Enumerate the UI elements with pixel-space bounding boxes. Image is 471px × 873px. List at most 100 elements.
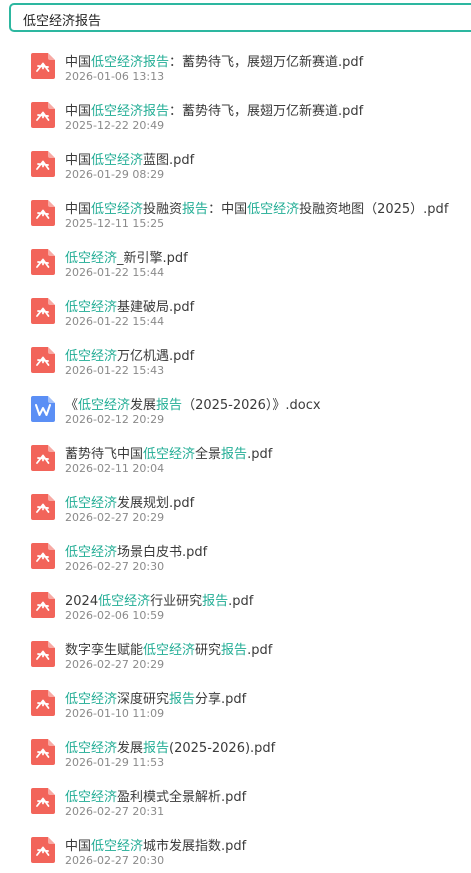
file-name-text: .pdf [247,643,273,658]
file-name-text: _新引擎.pdf [117,251,188,266]
list-item[interactable]: 低空经济基建破局.pdf 2026-01-22 15:44 [0,285,471,334]
highlight-match: 低空经济 [65,251,118,266]
highlight-match: 低空经济 [143,447,196,462]
file-name: 2024低空经济行业研究报告.pdf [65,590,253,609]
list-item[interactable]: 中国低空经济城市发展指数.pdf 2026-02-27 20:30 [0,824,471,873]
file-name: 低空经济发展规划.pdf [65,492,194,511]
file-name-text: 发展规划.pdf [117,496,195,511]
pdf-file-icon [31,347,55,373]
list-item[interactable]: 低空经济万亿机遇.pdf 2026-01-22 15:43 [0,334,471,383]
file-date: 2026-02-27 20:31 [65,805,165,818]
file-name-text: 城市发展指数.pdf [143,839,247,854]
file-name-text: （2025-2026）》.docx [182,398,321,413]
pdf-file-icon [31,249,55,275]
highlight-match: 低空经济 [247,202,300,217]
file-date: 2026-01-22 15:44 [65,315,165,328]
file-name-text: ：中国 [208,202,248,217]
pdf-file-icon [31,445,55,471]
list-item[interactable]: 低空经济发展规划.pdf 2026-02-27 20:29 [0,481,471,530]
file-name-text: 蓄势待飞中国 [65,447,144,462]
file-date: 2026-01-10 11:09 [65,707,165,720]
file-name-text: 分享.pdf [195,692,247,707]
highlight-match: 低空经济 [98,594,151,609]
file-name-text: 行业研究 [150,594,203,609]
highlight-match: 低空经济报告 [91,104,170,119]
highlight-match: 低空经济 [65,545,118,560]
file-name-text: 万亿机遇.pdf [117,349,195,364]
list-item[interactable]: 中国低空经济投融资报告：中国低空经济投融资地图（2025）.pdf 2025-12… [0,187,471,236]
list-item[interactable]: 中国低空经济报告：蓄势待飞，展翅万亿新赛道.pdf 2025-12-22 20:4… [0,89,471,138]
file-date: 2026-02-27 20:29 [65,511,165,524]
highlight-match: 报告 [143,741,170,756]
file-name: 中国低空经济投融资报告：中国低空经济投融资地图（2025）.pdf [65,198,448,217]
pdf-file-icon [31,102,55,128]
list-item[interactable]: 《低空经济发展报告（2025-2026）》.docx 2026-02-12 20:… [0,383,471,432]
file-name: 中国低空经济城市发展指数.pdf [65,835,246,854]
highlight-match: 报告 [169,692,196,707]
file-name: 中国低空经济报告：蓄势待飞，展翅万亿新赛道.pdf [65,51,363,70]
list-item[interactable]: 数字孪生赋能低空经济研究报告.pdf 2026-02-27 20:29 [0,628,471,677]
pdf-file-icon [31,788,55,814]
highlight-match: 低空经济 [65,300,118,315]
file-date: 2026-02-27 20:30 [65,560,165,573]
file-name-text: 蓝图.pdf [143,153,195,168]
highlight-match: 报告 [182,202,209,217]
search-query: 低空经济报告 [23,14,102,29]
pdf-file-icon [31,641,55,667]
list-item[interactable]: 2024低空经济行业研究报告.pdf 2026-02-06 10:59 [0,579,471,628]
highlight-match: 低空经济报告 [91,55,170,70]
file-date: 2026-01-22 15:44 [65,266,165,279]
file-name-text: 中国 [65,104,92,119]
highlight-match: 低空经济 [78,398,131,413]
list-item[interactable]: 低空经济场景白皮书.pdf 2026-02-27 20:30 [0,530,471,579]
file-name-text: 投融资地图（2025）.pdf [299,202,449,217]
file-name-text: 全景 [195,447,222,462]
list-item[interactable]: 中国低空经济报告：蓄势待飞，展翅万亿新赛道.pdf 2026-01-06 13:1… [0,40,471,89]
pdf-file-icon [31,494,55,520]
list-item[interactable]: 低空经济盈利模式全景解析.pdf 2026-02-27 20:31 [0,775,471,824]
search-bar: 低空经济报告 [0,0,471,40]
highlight-match: 低空经济 [65,741,118,756]
file-name-text: 2024 [65,594,99,609]
file-name-text: 场景白皮书.pdf [117,545,208,560]
pdf-file-icon [31,739,55,765]
file-date: 2026-01-29 11:53 [65,756,165,769]
list-item[interactable]: 低空经济_新引擎.pdf 2026-01-22 15:44 [0,236,471,285]
file-name-text: ：蓄势待飞，展翅万亿新赛道.pdf [169,55,364,70]
file-name: 低空经济万亿机遇.pdf [65,345,194,364]
file-name: 低空经济场景白皮书.pdf [65,541,207,560]
pdf-file-icon [31,151,55,177]
file-name-text: 基建破局.pdf [117,300,195,315]
search-input[interactable]: 低空经济报告 [9,3,471,32]
highlight-match: 低空经济 [65,692,118,707]
list-item[interactable]: 蓄势待飞中国低空经济全景报告.pdf 2026-02-11 20:04 [0,432,471,481]
pdf-file-icon [31,837,55,863]
results-list: 中国低空经济报告：蓄势待飞，展翅万亿新赛道.pdf 2026-01-06 13:1… [0,40,471,873]
file-name-text: 研究 [195,643,222,658]
file-date: 2025-12-22 20:49 [65,119,165,132]
highlight-match: 低空经济 [91,839,144,854]
file-name-text: 中国 [65,839,92,854]
list-item[interactable]: 中国低空经济蓝图.pdf 2026-01-29 08:29 [0,138,471,187]
file-name: 低空经济发展报告(2025-2026).pdf [65,737,275,756]
list-item[interactable]: 低空经济深度研究报告分享.pdf 2026-01-10 11:09 [0,677,471,726]
pdf-file-icon [31,298,55,324]
highlight-match: 低空经济 [65,790,118,805]
file-name-text: 盈利模式全景解析.pdf [117,790,247,805]
file-date: 2026-01-06 13:13 [65,70,165,83]
file-name: 低空经济深度研究报告分享.pdf [65,688,246,707]
file-name-text: 发展 [130,398,157,413]
file-date: 2026-02-11 20:04 [65,462,165,475]
file-name-text: 中国 [65,55,92,70]
file-name-text: 中国 [65,153,92,168]
pdf-file-icon [31,200,55,226]
list-item[interactable]: 低空经济发展报告(2025-2026).pdf 2026-01-29 11:53 [0,726,471,775]
highlight-match: 报告 [202,594,229,609]
file-name: 中国低空经济报告：蓄势待飞，展翅万亿新赛道.pdf [65,100,363,119]
file-name-text: 发展 [117,741,144,756]
file-name: 低空经济基建破局.pdf [65,296,194,315]
highlight-match: 低空经济 [65,349,118,364]
file-name: 《低空经济发展报告（2025-2026）》.docx [65,394,321,413]
file-name-text: 深度研究 [117,692,170,707]
file-name: 中国低空经济蓝图.pdf [65,149,194,168]
